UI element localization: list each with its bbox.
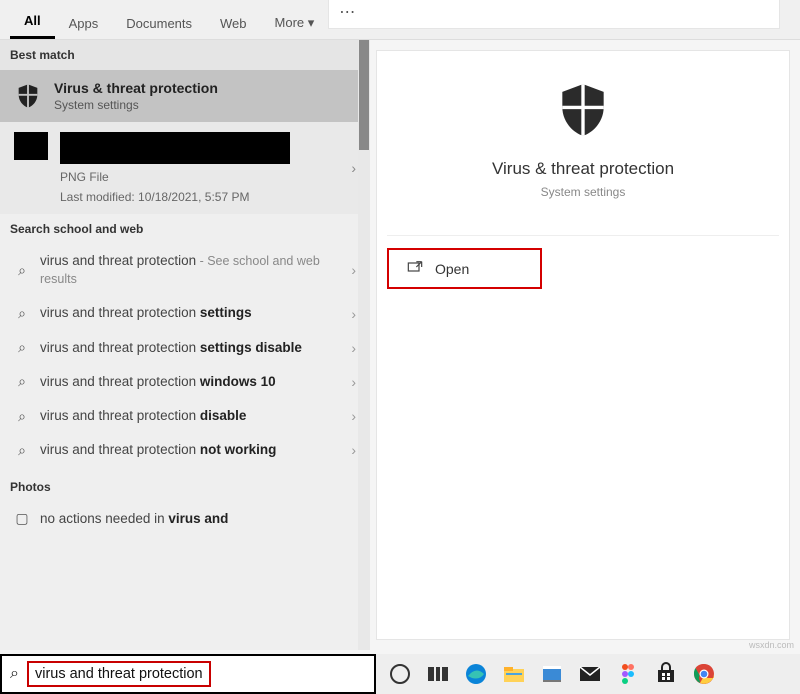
search-icon: ⌕ [14,339,30,356]
preview-subtitle: System settings [541,185,626,199]
image-icon: ▢ [14,510,30,527]
search-icon: ⌕ [14,408,30,425]
photo-result-item[interactable]: ▢ no actions needed in virus and [0,502,370,536]
file-type-label: PNG File [60,170,290,184]
file-thumbnail [14,132,48,160]
chevron-right-icon[interactable]: › [351,340,356,356]
shield-icon [548,79,618,141]
search-box[interactable]: ⌕ virus and threat protection [0,654,376,694]
file-name-redacted [60,132,290,164]
chevron-right-icon[interactable]: › [351,442,356,458]
chrome-icon[interactable] [692,662,716,686]
app-icon[interactable] [540,662,564,686]
web-suggestion[interactable]: ⌕ virus and threat protection - See scho… [0,244,370,296]
search-icon: ⌕ [10,665,19,683]
file-result-item[interactable]: PNG File Last modified: 10/18/2021, 5:57… [0,122,370,214]
chevron-right-icon[interactable]: › [351,374,356,390]
suggestion-text: virus and threat protection disable [40,407,341,425]
figma-icon[interactable] [616,662,640,686]
watermark: wsxdn.com [749,640,794,650]
suggestion-text: virus and threat protection not working [40,441,341,459]
store-icon[interactable] [654,662,678,686]
preview-title: Virus & threat protection [492,159,674,179]
scrollbar-thumb[interactable] [359,40,369,150]
edge-icon[interactable] [464,662,488,686]
chevron-down-icon: ▾ [308,15,315,30]
tab-documents[interactable]: Documents [112,8,206,39]
web-suggestion[interactable]: ⌕ virus and threat protection settings d… [0,331,370,365]
suggestion-text: virus and threat protection - See school… [40,252,341,288]
web-suggestion[interactable]: ⌕ virus and threat protection windows 10… [0,365,370,399]
mail-icon[interactable] [578,662,602,686]
search-query-text[interactable]: virus and threat protection [35,666,203,682]
photos-header: Photos [0,472,370,502]
chevron-right-icon[interactable]: › [351,306,356,322]
tab-web[interactable]: Web [206,8,261,39]
search-query-highlight: virus and threat protection [27,661,211,687]
web-suggestion[interactable]: ⌕ virus and threat protection settings › [0,296,370,330]
best-match-subtitle: System settings [54,98,218,112]
more-options-icon[interactable]: ⋯ [329,0,779,28]
search-web-header: Search school and web [0,214,370,244]
task-view-icon[interactable] [426,662,450,686]
results-scrollbar[interactable] [358,40,370,650]
shield-icon [14,82,42,110]
chevron-right-icon[interactable]: › [351,160,356,176]
best-match-item[interactable]: Virus & threat protection System setting… [0,70,370,122]
divider [387,235,779,236]
explorer-icon[interactable] [502,662,526,686]
tab-more[interactable]: More ▾ [261,7,329,39]
open-icon [407,260,423,277]
chevron-right-icon[interactable]: › [351,408,356,424]
taskbar [376,654,800,694]
preview-panel: Virus & threat protection System setting… [376,50,790,640]
chevron-right-icon[interactable]: › [351,262,356,278]
search-icon: ⌕ [14,373,30,390]
best-match-title: Virus & threat protection [54,80,218,96]
results-panel: Best match Virus & threat protection Sys… [0,40,370,650]
open-label: Open [435,261,469,277]
search-icon: ⌕ [14,442,30,459]
best-match-header: Best match [0,40,370,70]
web-suggestion[interactable]: ⌕ virus and threat protection not workin… [0,433,370,467]
tab-all[interactable]: All [10,5,55,39]
cortana-icon[interactable] [388,662,412,686]
suggestion-text: virus and threat protection settings dis… [40,339,341,357]
search-scope-tabs: All Apps Documents Web More ▾ ⋯ [0,0,800,40]
photo-item-text: no actions needed in virus and [40,510,356,528]
suggestion-text: virus and threat protection windows 10 [40,373,341,391]
file-modified-label: Last modified: 10/18/2021, 5:57 PM [60,190,290,204]
web-suggestion[interactable]: ⌕ virus and threat protection disable › [0,399,370,433]
search-icon: ⌕ [14,305,30,322]
search-icon: ⌕ [14,262,30,279]
open-action[interactable]: Open [387,248,542,289]
suggestion-text: virus and threat protection settings [40,304,341,322]
tab-apps[interactable]: Apps [55,8,113,39]
